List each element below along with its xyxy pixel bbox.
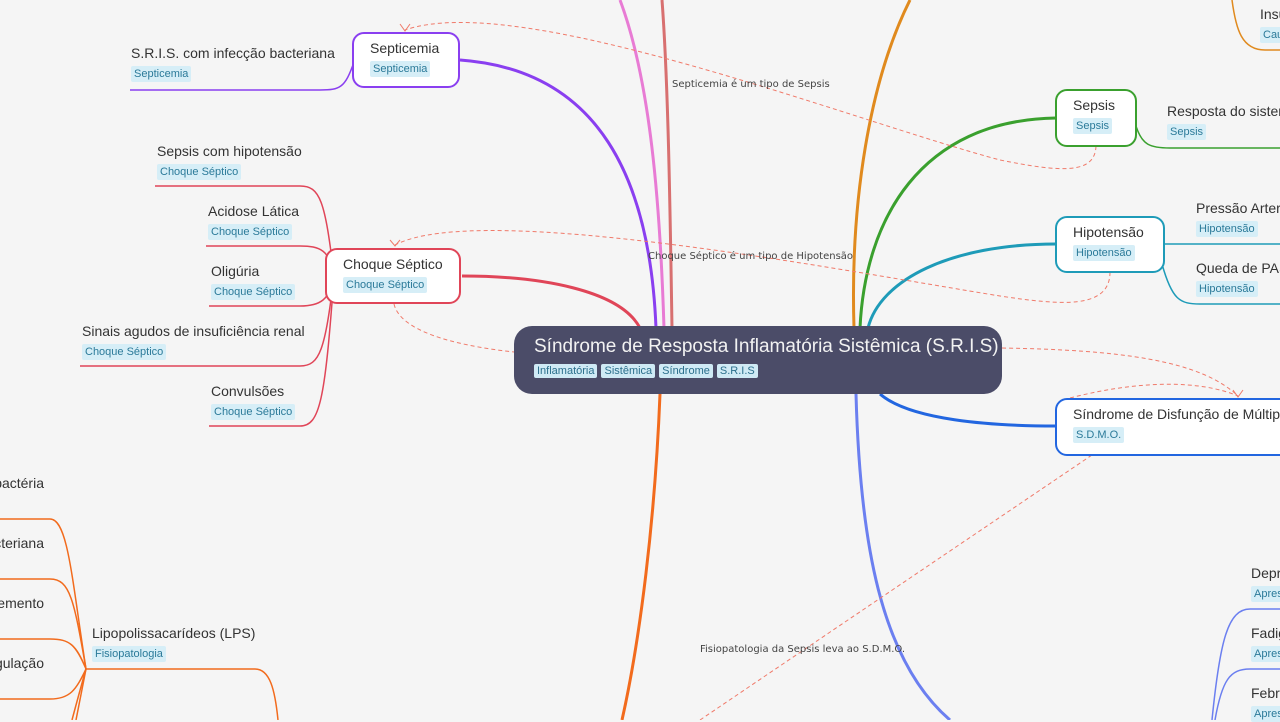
topic-septicemia[interactable]: Septicemia Septicemia [352, 32, 460, 88]
subtopic-hipotensao-0[interactable]: Pressão Arteri Hipotensão [1196, 200, 1280, 237]
subtopic-tag: Hipotensão [1196, 281, 1258, 297]
subtopic-title: Fadig [1251, 625, 1280, 641]
topic-title: Hipotensão [1073, 224, 1144, 240]
subtopic-apresentacao-2[interactable]: Febre Apres [1251, 685, 1280, 722]
topic-title: Síndrome de Disfunção de Múltiplo [1073, 406, 1280, 422]
root-tag: Inflamatória [534, 364, 598, 378]
subtopic-tag: Cau [1260, 27, 1280, 43]
relationship-line-septicemia-sepsis [404, 22, 1097, 170]
topic-tag: S.D.M.O. [1073, 427, 1125, 443]
root-tag: Síndrome [659, 364, 713, 378]
branch-line-sepsis [858, 116, 1057, 329]
subtopic-choque-4[interactable]: Convulsões Choque Séptico [211, 383, 296, 420]
subtopic-title: bactéria [0, 475, 44, 491]
relationship-line-sris-sdmo [1001, 347, 1239, 397]
subtopic-title: Sinais agudos de insuficiência renal [82, 323, 305, 339]
topic-tag: Septicemia [370, 61, 431, 77]
subtopic-title: Oligúria [211, 263, 260, 279]
subtopic-title: Depr [1251, 565, 1280, 581]
branch-line-choque [461, 274, 642, 329]
subtopic-choque-1[interactable]: Acidose Lática Choque Séptico [208, 203, 299, 240]
subtopic-tag: Apres [1251, 586, 1280, 602]
subtopic-choque-3[interactable]: Sinais agudos de insuficiência renal Cho… [82, 323, 305, 360]
relationship-label[interactable]: Choque Séptico é um tipo de Hipotensão [648, 251, 853, 262]
subtopic-title: Insu [1260, 6, 1280, 22]
topic-choque-septico[interactable]: Choque Séptico Choque Séptico [325, 248, 461, 304]
subtopic-tag: Apres [1251, 646, 1280, 662]
branch-line-septicemia [459, 58, 658, 329]
subtopic-choque-2[interactable]: Oligúria Choque Séptico [211, 263, 296, 300]
subtopic-hipotensao-1[interactable]: Queda de PAS Hipotensão [1196, 260, 1280, 297]
subtopic-title: Sepsis com hipotensão [157, 143, 302, 159]
subtopic-tag: Choque Séptico [157, 164, 242, 180]
topic-lps[interactable]: Lipopolissacarídeos (LPS) Fisiopatologia [92, 625, 255, 662]
subtopic-apresentacao-1[interactable]: Fadig Apres [1251, 625, 1280, 662]
subtopic-tag: Sepsis [1167, 124, 1207, 140]
subtopic-lps-3[interactable]: gulação [0, 655, 44, 671]
subtopic-title: Acidose Lática [208, 203, 300, 219]
branch-line-sdmo [879, 392, 1057, 428]
topic-sepsis[interactable]: Sepsis Sepsis [1055, 89, 1137, 147]
topic-tag: Choque Séptico [343, 277, 428, 293]
subtopic-tag: Choque Séptico [82, 344, 167, 360]
subtopic-choque-0[interactable]: Sepsis com hipotensão Choque Séptico [157, 143, 302, 180]
relationship-line-choque-sris [393, 303, 515, 353]
subtopic-title: Resposta do sistem [1167, 103, 1280, 119]
subtopic-tag: Septicemia [131, 66, 192, 82]
subtopic-lps-2[interactable]: emento [0, 595, 44, 611]
root-tag: S.R.I.S [716, 364, 758, 378]
subtopic-title: Pressão Arteri [1196, 200, 1280, 216]
topic-title: Choque Séptico [343, 256, 443, 272]
root-topic-title: Síndrome de Resposta Inflamatória Sistêm… [534, 336, 999, 357]
subtopic-title: Queda de PAS [1196, 260, 1280, 276]
root-topic[interactable]: Síndrome de Resposta Inflamatória Sistêm… [514, 326, 1002, 394]
subtopic-lps-1[interactable]: cteriana [0, 535, 44, 551]
subtopic-tag: Choque Séptico [211, 284, 296, 300]
subtopic-tag: Choque Séptico [208, 224, 293, 240]
subtopic-tag: Hipotensão [1196, 221, 1258, 237]
topic-hipotensao[interactable]: Hipotensão Hipotensão [1055, 216, 1165, 273]
branch-line-apresentacao [854, 393, 951, 720]
topic-tag: Fisiopatologia [92, 646, 166, 662]
topic-sdmo[interactable]: Síndrome de Disfunção de Múltiplo S.D.M.… [1055, 398, 1280, 456]
topic-title: Lipopolissacarídeos (LPS) [92, 625, 256, 641]
topic-tag: Hipotensão [1073, 245, 1135, 261]
subtopic-title: cteriana [0, 535, 44, 551]
topic-title: Sepsis [1073, 97, 1116, 113]
branch-line-causas [852, 0, 912, 329]
subtopic-title: gulação [0, 655, 44, 671]
branch-line-lps [620, 393, 662, 720]
relationship-label[interactable]: Septicemia é um tipo de Sepsis [672, 79, 830, 90]
subtopic-tag: Choque Séptico [211, 404, 296, 420]
subtopic-lps-0[interactable]: bactéria [0, 475, 44, 491]
topic-tag: Sepsis [1073, 118, 1113, 134]
subtopic-septicemia-0[interactable]: S.R.I.S. com infecção bacteriana Septice… [131, 45, 335, 82]
branch-line-pink [618, 0, 666, 329]
relationship-label[interactable]: Fisiopatologia da Sepsis leva ao S.D.M.O… [700, 644, 905, 655]
subtopic-causas-0[interactable]: Insu Cau [1260, 6, 1280, 43]
subtopic-title: emento [0, 595, 44, 611]
topic-title: Septicemia [370, 40, 440, 56]
subtopic-apresentacao-0[interactable]: Depr Apres [1251, 565, 1280, 602]
branch-line-hipotensao [866, 242, 1057, 329]
subtopic-title: Convulsões [211, 383, 285, 399]
subtopic-title: S.R.I.S. com infecção bacteriana [131, 45, 335, 61]
root-tag: Sistêmica [601, 364, 656, 378]
subtopic-sepsis-0[interactable]: Resposta do sistem Sepsis [1167, 103, 1280, 140]
arrow-head-icon [389, 239, 401, 247]
subtopic-title: Febre [1251, 685, 1280, 701]
relationship-line-choque-hipotensao [394, 230, 1111, 303]
